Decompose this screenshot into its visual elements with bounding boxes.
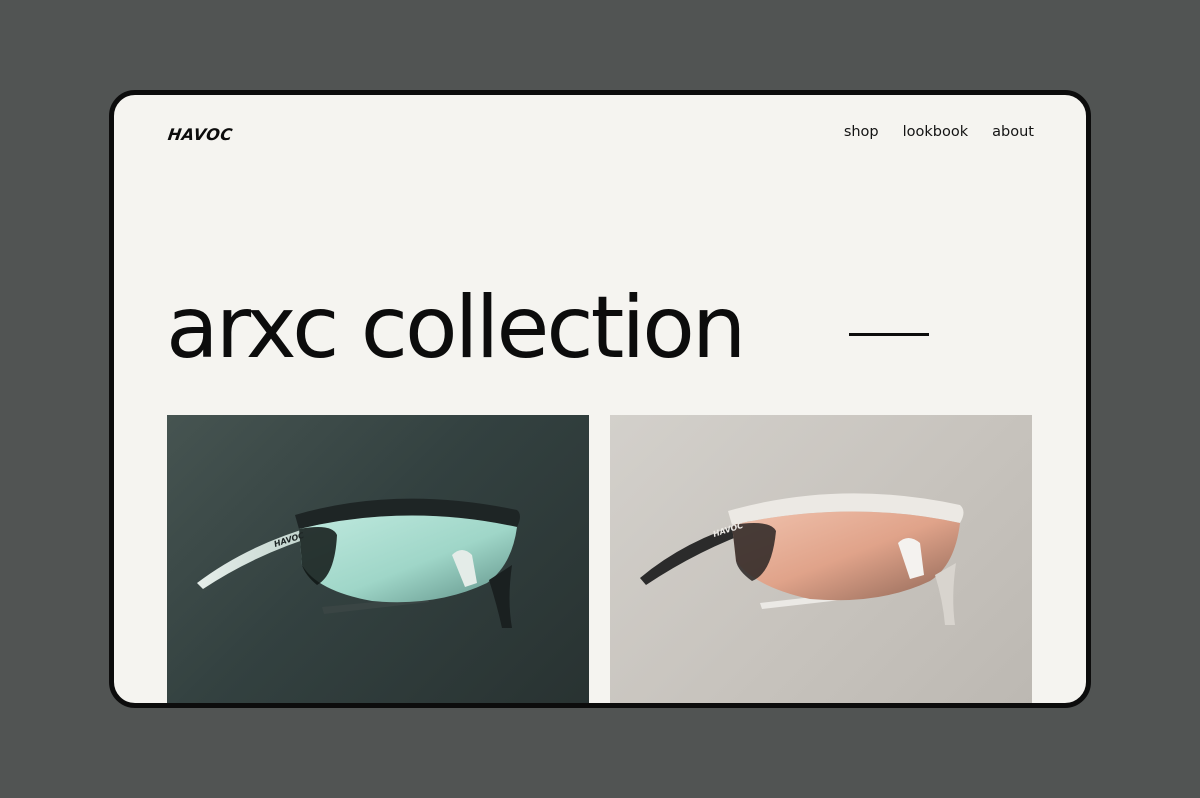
nav-link-about[interactable]: about: [992, 124, 1034, 140]
browser-frame: HAVOC shop lookbook about arxc collectio…: [109, 90, 1091, 708]
product-card-dark[interactable]: HAVOC: [167, 415, 589, 703]
temple-logo-text: HAVOC: [273, 531, 305, 549]
hero-title: arxc collection: [166, 278, 746, 378]
title-dash-divider: [849, 333, 929, 336]
product-card-light[interactable]: HAVOC: [610, 415, 1032, 703]
nav-link-shop[interactable]: shop: [844, 124, 879, 140]
nav-link-lookbook[interactable]: lookbook: [903, 124, 969, 140]
brand-logo[interactable]: HAVOC: [167, 125, 234, 144]
sunglasses-teal-image: HAVOC: [197, 498, 520, 628]
main-nav: shop lookbook about: [844, 124, 1034, 140]
sunglasses-rose-image: HAVOC: [640, 493, 964, 625]
